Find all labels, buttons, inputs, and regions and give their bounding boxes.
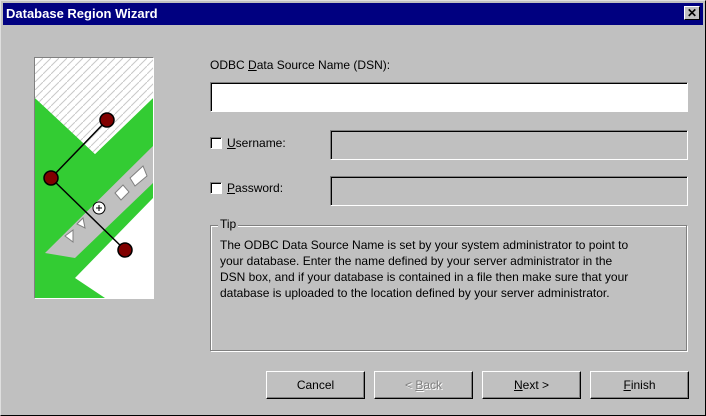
title-bar[interactable]: Database Region Wizard ✕ [3, 3, 703, 25]
wizard-illustration [34, 57, 154, 299]
close-button[interactable]: ✕ [684, 6, 700, 20]
next-button[interactable]: Next > [482, 371, 581, 399]
tip-text: The ODBC Data Source Name is set by your… [220, 237, 682, 301]
username-input[interactable] [331, 131, 687, 159]
tip-line: The ODBC Data Source Name is set by your… [220, 238, 629, 252]
tip-line: database is uploaded to the location def… [220, 286, 610, 300]
username-field[interactable] [330, 130, 688, 160]
tip-line: DSN box, and if your database is contain… [220, 270, 629, 284]
cancel-button[interactable]: Cancel [266, 371, 365, 399]
window-title: Database Region Wizard [6, 6, 158, 21]
password-field[interactable] [330, 176, 688, 206]
wizard-window: Database Region Wizard ✕ ODBC Data Sourc… [0, 0, 706, 416]
database-network-graphic [35, 58, 153, 298]
dsn-label: ODBC Data Source Name (DSN): [210, 58, 391, 72]
username-label[interactable]: Username: [227, 136, 286, 150]
username-checkbox[interactable] [210, 137, 222, 149]
finish-button[interactable]: Finish [590, 371, 689, 399]
close-icon: ✕ [686, 6, 698, 20]
dsn-field[interactable] [210, 82, 688, 112]
back-button[interactable]: < Back [374, 371, 473, 399]
password-label[interactable]: Password: [227, 181, 283, 195]
dsn-input[interactable] [211, 83, 687, 111]
tip-line: your database. Enter the name defined by… [220, 254, 613, 268]
password-input[interactable] [331, 177, 687, 205]
tip-title: Tip [218, 217, 239, 231]
password-checkbox[interactable] [210, 182, 222, 194]
